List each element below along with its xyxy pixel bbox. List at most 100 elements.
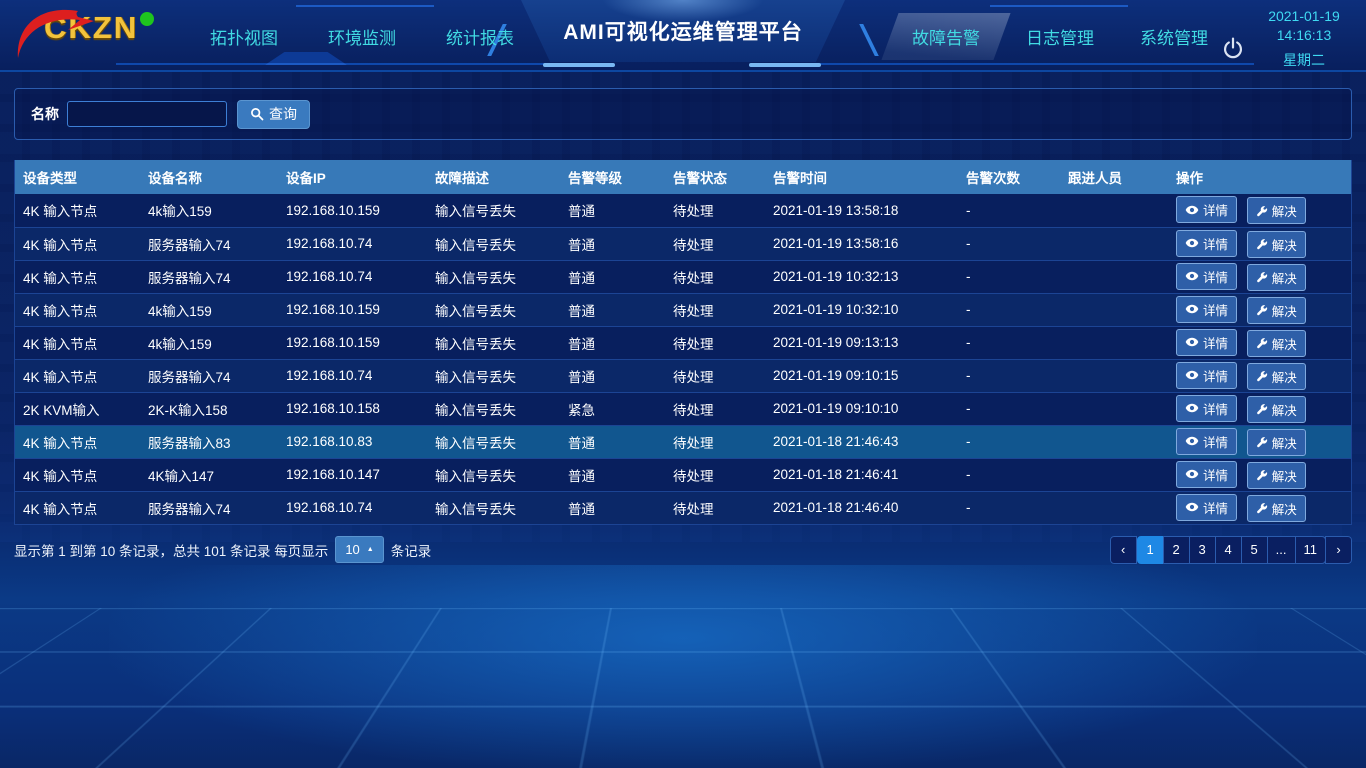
table-header-row: 设备类型 设备名称 设备IP 故障描述 告警等级 告警状态 告警时间 告警次数 … [15,160,1351,194]
record-summary-suffix: 条记录 [391,540,432,560]
page-ellipsis-button[interactable]: ... [1267,536,1296,564]
brand-logo: CKZN [16,10,154,46]
detail-button-label: 详情 [1203,200,1228,219]
detail-button[interactable]: 详情 [1176,196,1237,223]
table-row[interactable]: 4K 输入节点 4k输入159 192.168.10.159 输入信号丢失 普通… [15,194,1351,227]
header-decoration [859,24,879,56]
cell-device-name: 4k输入159 [140,194,278,227]
detail-button[interactable]: 详情 [1176,461,1237,488]
eye-icon [1185,203,1199,217]
detail-button[interactable]: 详情 [1176,296,1237,323]
prev-page-button[interactable]: ‹ [1110,536,1137,564]
detail-button[interactable]: 详情 [1176,263,1237,290]
nav-item-log-management[interactable]: 日志管理 [1024,20,1096,53]
page-button-4[interactable]: 4 [1215,536,1242,564]
caret-up-icon: ▲ [367,546,374,553]
cell-follower [1060,392,1168,425]
detail-button-label: 详情 [1203,366,1228,385]
detail-button[interactable]: 详情 [1176,329,1237,356]
search-input[interactable] [67,101,227,127]
cell-device-type: 4K 输入节点 [15,458,140,491]
cell-device-name: 4k输入159 [140,326,278,359]
resolve-button[interactable]: 解决 [1247,231,1306,258]
nav-item-environment[interactable]: 环境监测 [326,20,398,53]
col-alarm-level: 告警等级 [560,160,665,194]
cell-device-name: 服务器输入83 [140,425,278,458]
background-grid-floor [0,608,1366,768]
page-size-value: 10 [345,542,359,557]
table-row[interactable]: 4K 输入节点 服务器输入74 192.168.10.74 输入信号丢失 普通 … [15,491,1351,524]
cell-device-ip: 192.168.10.158 [278,392,427,425]
detail-button[interactable]: 详情 [1176,494,1237,521]
cell-alarm-count: - [958,359,1060,392]
page-button-3[interactable]: 3 [1189,536,1216,564]
cell-alarm-time: 2021-01-19 13:58:16 [765,227,958,260]
nav-item-fault-alarm[interactable]: 故障告警 [910,20,982,53]
page-button-5[interactable]: 5 [1241,536,1268,564]
col-device-ip: 设备IP [278,160,427,194]
resolve-button[interactable]: 解决 [1247,396,1306,423]
resolve-button-label: 解决 [1272,466,1297,485]
resolve-button[interactable]: 解决 [1247,495,1306,522]
resolve-button[interactable]: 解决 [1247,429,1306,456]
detail-button[interactable]: 详情 [1176,230,1237,257]
nav-item-reports[interactable]: 统计报表 [444,20,516,53]
cell-actions: 详情 解决 [1168,194,1351,227]
table-row[interactable]: 2K KVM输入 2K-K输入158 192.168.10.158 输入信号丢失… [15,392,1351,425]
nav-item-system-management[interactable]: 系统管理 [1138,20,1210,53]
page-button-1[interactable]: 1 [1137,536,1164,564]
table-row[interactable]: 4K 输入节点 4k输入159 192.168.10.159 输入信号丢失 普通… [15,293,1351,326]
cell-alarm-status: 待处理 [665,359,765,392]
next-page-button[interactable]: › [1325,536,1352,564]
page-size-dropdown[interactable]: 10 ▲ [335,536,383,563]
cell-fault-desc: 输入信号丢失 [427,425,560,458]
table-row[interactable]: 4K 输入节点 服务器输入74 192.168.10.74 输入信号丢失 普通 … [15,359,1351,392]
wrench-icon [1256,502,1268,514]
query-button-label: 查询 [269,104,297,124]
resolve-button[interactable]: 解决 [1247,264,1306,291]
query-button[interactable]: 查询 [237,100,310,129]
page-button-2[interactable]: 2 [1163,536,1190,564]
cell-device-ip: 192.168.10.159 [278,194,427,227]
page-button-11[interactable]: 11 [1295,536,1327,564]
resolve-button[interactable]: 解决 [1247,462,1306,489]
nav-item-topology[interactable]: 拓扑视图 [208,20,280,53]
resolve-button-label: 解决 [1272,400,1297,419]
table-row[interactable]: 4K 输入节点 4K输入147 192.168.10.147 输入信号丢失 普通… [15,458,1351,491]
cell-follower [1060,326,1168,359]
wrench-icon [1256,337,1268,349]
eye-icon [1185,302,1199,316]
table-row[interactable]: 4K 输入节点 服务器输入74 192.168.10.74 输入信号丢失 普通 … [15,260,1351,293]
table-row[interactable]: 4K 输入节点 服务器输入83 192.168.10.83 输入信号丢失 普通 … [15,425,1351,458]
detail-button[interactable]: 详情 [1176,395,1237,422]
cell-device-type: 2K KVM输入 [15,392,140,425]
cell-alarm-time: 2021-01-19 09:10:15 [765,359,958,392]
resolve-button-label: 解决 [1272,433,1297,452]
resolve-button[interactable]: 解决 [1247,363,1306,390]
eye-icon [1185,467,1199,481]
cell-device-type: 4K 输入节点 [15,491,140,524]
detail-button[interactable]: 详情 [1176,362,1237,389]
record-summary-text: 显示第 1 到第 10 条记录，总共 101 条记录 每页显示 [14,540,328,560]
cell-actions: 详情 解决 [1168,227,1351,260]
table-row[interactable]: 4K 输入节点 服务器输入74 192.168.10.74 输入信号丢失 普通 … [15,227,1351,260]
resolve-button[interactable]: 解决 [1247,197,1306,224]
wrench-icon [1256,403,1268,415]
wrench-icon [1256,238,1268,250]
cell-device-ip: 192.168.10.159 [278,326,427,359]
power-icon[interactable] [1222,37,1244,59]
resolve-button[interactable]: 解决 [1247,330,1306,357]
resolve-button-label: 解决 [1272,268,1297,287]
cell-alarm-time: 2021-01-18 21:46:43 [765,425,958,458]
col-device-name: 设备名称 [140,160,278,194]
cell-actions: 详情 解决 [1168,491,1351,524]
detail-button[interactable]: 详情 [1176,428,1237,455]
detail-button-label: 详情 [1203,234,1228,253]
col-alarm-count: 告警次数 [958,160,1060,194]
resolve-button[interactable]: 解决 [1247,297,1306,324]
cell-device-name: 2K-K输入158 [140,392,278,425]
top-header-bar: CKZN 拓扑视图 环境监测 统计报表 AMI可视化运维管理平台 故障告警 日志… [0,0,1366,72]
table-row[interactable]: 4K 输入节点 4k输入159 192.168.10.159 输入信号丢失 普通… [15,326,1351,359]
col-alarm-status: 告警状态 [665,160,765,194]
cell-actions: 详情 解决 [1168,458,1351,491]
